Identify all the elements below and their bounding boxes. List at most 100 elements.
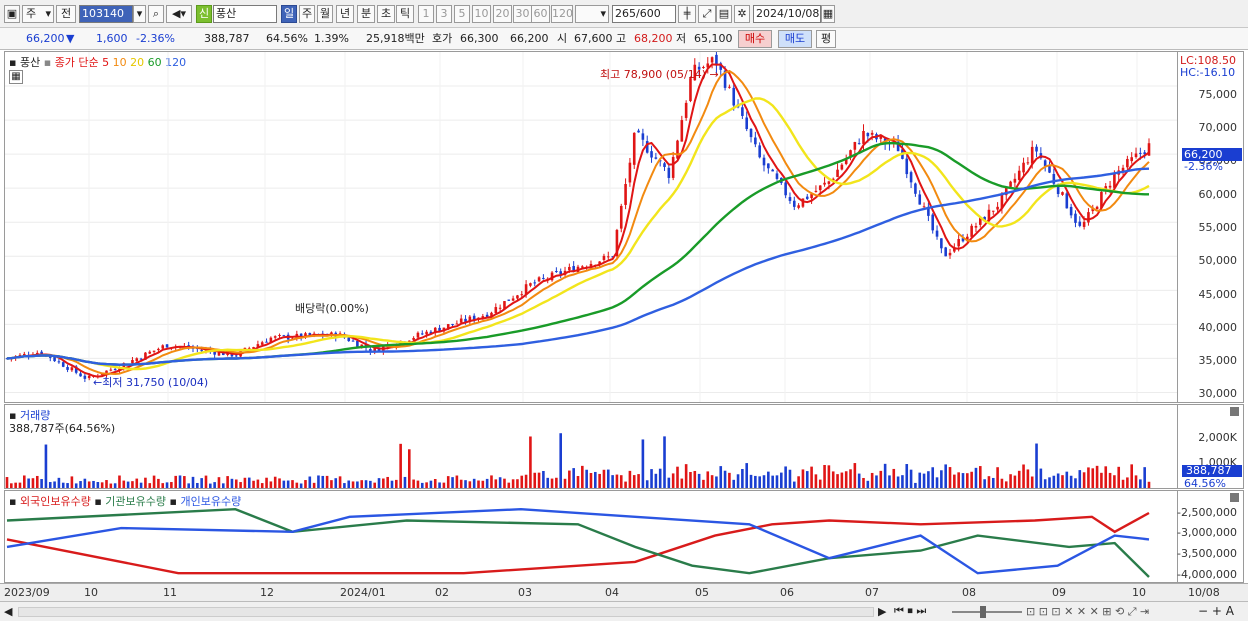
candle-body <box>749 128 753 138</box>
period-second-button[interactable]: 초 <box>377 5 395 23</box>
hold-tick-1: -2,500,000 <box>1177 506 1237 519</box>
interval-dropdown[interactable]: ▾ <box>575 5 609 23</box>
period-year-button[interactable]: 년 <box>336 5 354 23</box>
window-menu-icon[interactable]: ▣ <box>4 5 20 23</box>
volume-bar <box>14 482 17 488</box>
calendar-icon[interactable]: ▦ <box>821 5 835 23</box>
period-week-button[interactable]: 주 <box>299 5 315 23</box>
period-day-button[interactable]: 일 <box>281 5 297 23</box>
x-label-07: 07 <box>865 586 879 599</box>
volume-bar <box>563 478 567 488</box>
volume-bar <box>420 482 424 488</box>
candle-body <box>1082 221 1086 227</box>
candle-body <box>762 157 766 166</box>
draw-tool-icon[interactable]: ⤢ <box>698 5 716 23</box>
stock-name-field[interactable]: 풍산 <box>213 5 277 23</box>
y-tick-30000: 30,000 <box>1198 387 1238 400</box>
volume-bar <box>1117 466 1121 488</box>
volume-bar <box>308 476 312 488</box>
scroll-right-icon[interactable]: ▶ <box>878 605 886 618</box>
market-select[interactable]: 주 ▾ <box>22 5 54 23</box>
min-5-button[interactable]: 5 <box>454 5 470 23</box>
prev-button[interactable]: 전 <box>56 5 76 23</box>
candle-body <box>866 132 870 137</box>
chart-tools-icons[interactable]: ⊡ ⊡ ⊡ ✕ ✕ ✕ ⊞ ⟲ ⤢ ⇥ <box>1026 605 1149 619</box>
price-chart-panel[interactable]: ▪ 풍산 ▪ 종가 단순 5 10 20 60 120 ▦ 최고 78,900 … <box>4 51 1178 403</box>
volume-bar <box>204 475 208 488</box>
ma-lines-group <box>6 63 1150 378</box>
gear-icon[interactable]: ✲ <box>734 5 750 23</box>
volume-bar <box>1100 472 1103 488</box>
date-field[interactable]: 2024/10/08 <box>753 5 821 23</box>
scroll-left-icon[interactable]: ◀ <box>4 605 12 618</box>
sell-button[interactable]: 매도 <box>778 30 812 48</box>
ma-line-20 <box>6 97 1150 371</box>
holdings-panel[interactable]: ▪ 외국인보유수량 ▪ 기관보유수량 ▪ 개인보유수량 <box>4 490 1178 583</box>
news-badge[interactable]: 신 <box>196 5 212 23</box>
min-30-button[interactable]: 30 <box>513 5 532 23</box>
candle-body <box>455 323 459 325</box>
candle-body <box>1139 152 1142 154</box>
volume-bar <box>723 470 727 488</box>
min-1-button[interactable]: 1 <box>418 5 434 23</box>
volume-bar <box>667 477 671 488</box>
volume-bar <box>624 481 627 488</box>
panel-close-icon[interactable] <box>1230 407 1239 416</box>
candle-body <box>533 282 537 284</box>
scroll-track[interactable] <box>18 607 874 617</box>
x-label-03: 03 <box>518 586 532 599</box>
candle-body <box>728 86 731 88</box>
volume-bar <box>568 470 571 488</box>
x-label-08: 08 <box>962 586 976 599</box>
volume-bar <box>978 466 982 488</box>
min-120-button[interactable]: 120 <box>551 5 573 23</box>
volume-bar <box>490 475 493 488</box>
candle-body <box>628 162 632 183</box>
code-dropdown-icon[interactable]: ▾ <box>133 5 146 23</box>
candle-body <box>732 87 736 106</box>
volume-bar <box>741 468 744 488</box>
buy-button[interactable]: 매수 <box>738 30 772 48</box>
volume-bar <box>658 468 662 488</box>
zoom-slider[interactable] <box>952 611 1022 613</box>
volume-bar <box>23 475 26 488</box>
min-10-button[interactable]: 10 <box>472 5 491 23</box>
volume-bar <box>529 436 532 488</box>
ma-line-60 <box>6 141 1149 366</box>
zoom-controls[interactable]: − + A <box>1198 604 1234 618</box>
min-20-button[interactable]: 20 <box>493 5 512 23</box>
save-icon[interactable]: ▤ <box>716 5 732 23</box>
candle-body <box>135 358 139 362</box>
eval-button[interactable]: 평 <box>816 30 836 48</box>
open-price: 67,600 <box>574 32 613 45</box>
period-tick-button[interactable]: 틱 <box>396 5 414 23</box>
volume-bar <box>870 472 874 488</box>
zoom-slider-handle[interactable] <box>980 606 986 618</box>
volume-bar <box>459 479 463 488</box>
volume-bar <box>702 479 705 488</box>
volume-bar <box>1121 479 1125 488</box>
speaker-icon[interactable]: ◀▾ <box>166 5 192 23</box>
count-field[interactable]: 265/600 <box>612 5 676 23</box>
volume-bar <box>606 469 610 488</box>
candle-body <box>637 130 640 133</box>
volume-bar <box>1074 478 1077 488</box>
volume-bar <box>126 481 130 488</box>
candle-body <box>568 266 571 271</box>
chart-type-icon[interactable]: ╪ <box>678 5 696 23</box>
count-total: /600 <box>636 7 661 20</box>
candle-body <box>161 345 165 349</box>
volume-bar <box>780 472 783 488</box>
min-60-button[interactable]: 60 <box>531 5 550 23</box>
volume-bar <box>987 476 991 488</box>
hold-tick-4: -4,000,000 <box>1177 568 1237 581</box>
min-3-button[interactable]: 3 <box>436 5 452 23</box>
panel-close-icon[interactable] <box>1230 493 1239 502</box>
volume-panel[interactable]: ▪ 거래량 388,787주(64.56%) <box>4 404 1178 489</box>
stock-code-input[interactable]: 103140 <box>79 5 133 23</box>
period-month-button[interactable]: 월 <box>317 5 333 23</box>
search-icon[interactable]: ⌕ <box>148 5 164 23</box>
period-minute-button[interactable]: 분 <box>357 5 375 23</box>
navigation-buttons[interactable]: ⏮ ⏹ ⏭ <box>894 604 948 620</box>
candle-body <box>459 318 463 323</box>
